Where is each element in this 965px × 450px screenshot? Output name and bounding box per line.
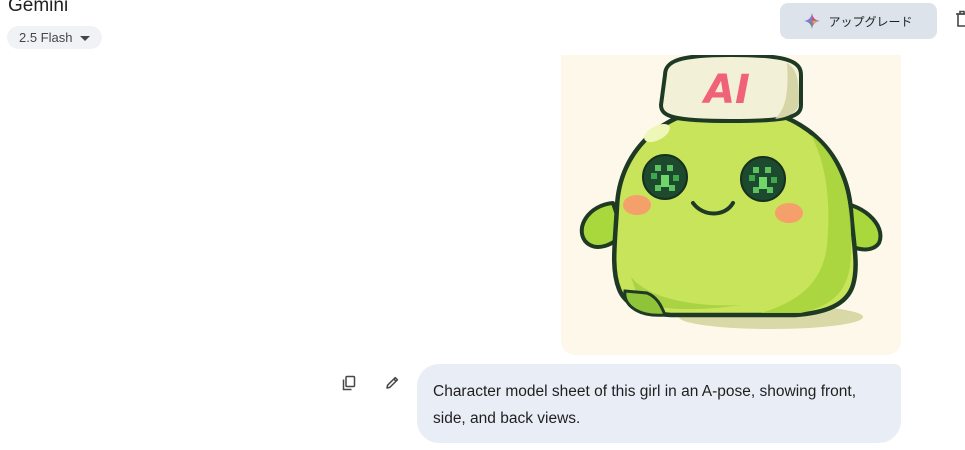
upgrade-button[interactable]: アップグレード (780, 3, 937, 39)
edit-button[interactable] (381, 372, 403, 394)
caret-down-icon (80, 35, 91, 41)
model-label: 2.5 Flash (19, 30, 73, 45)
copy-icon (341, 375, 357, 391)
user-message-text: Character model sheet of this girl in an… (433, 383, 857, 427)
sparkle-icon (804, 13, 821, 29)
mascot-illustration: AI (579, 55, 883, 329)
model-selector[interactable]: 2.5 Flash (7, 26, 103, 49)
generated-image[interactable]: AI (561, 55, 901, 355)
cap-text: AI (701, 67, 750, 113)
pencil-icon (384, 375, 400, 391)
copy-button[interactable] (338, 372, 360, 394)
app-title: Gemini (8, 0, 69, 16)
user-message-bubble: Character model sheet of this girl in an… (417, 364, 901, 443)
upgrade-label: アップグレード (828, 14, 913, 29)
trash-icon[interactable] (956, 10, 965, 28)
